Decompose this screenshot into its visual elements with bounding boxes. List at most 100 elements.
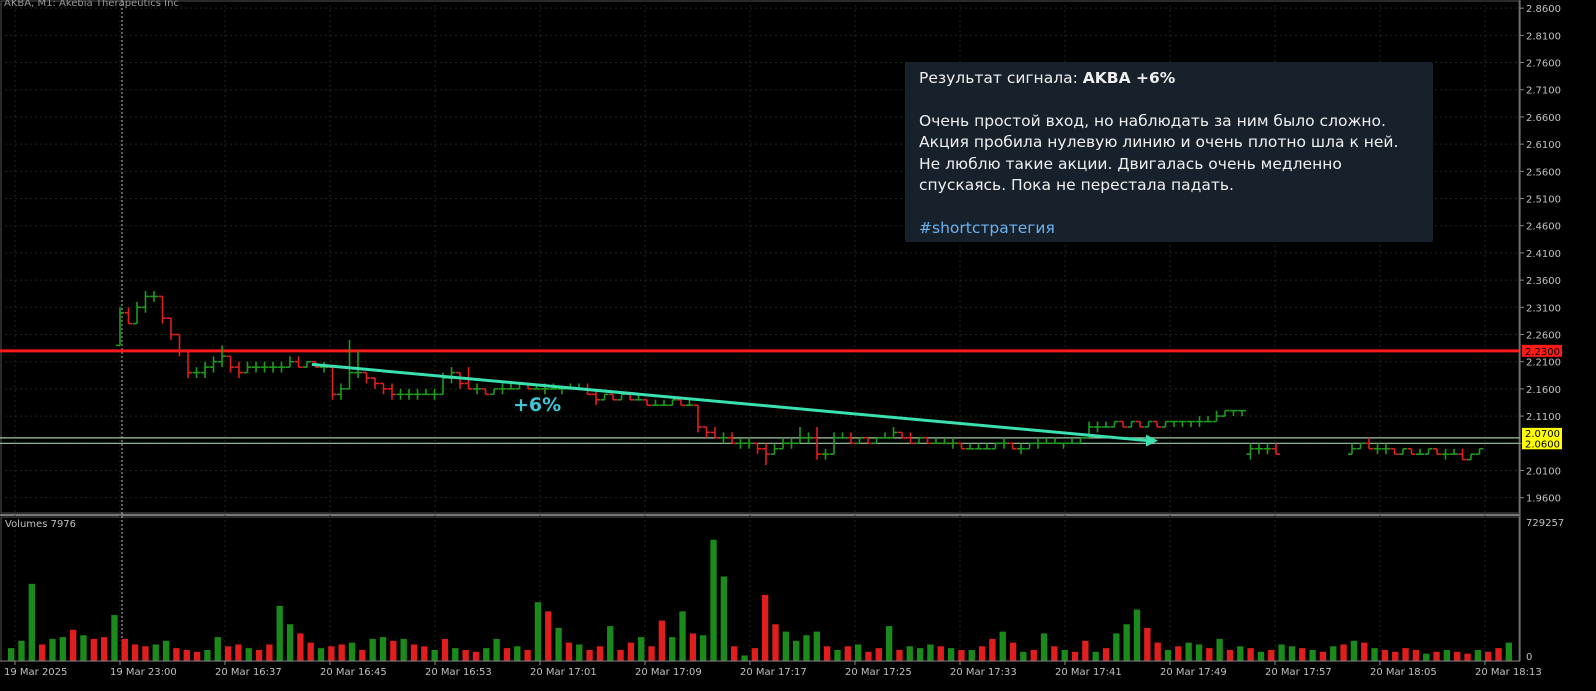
volume-bar: [1102, 648, 1110, 661]
candlestick-series: [116, 290, 1484, 466]
volume-bar: [1154, 642, 1161, 661]
time-tick-label: 19 Mar 2025: [4, 667, 67, 678]
price-tick-label: 2.4100: [1526, 249, 1561, 260]
price-tick-label: 2.8600: [1526, 4, 1561, 15]
volume-bar: [947, 648, 955, 661]
volume-bar: [214, 637, 221, 661]
time-tick-label: 20 Mar 17:17: [740, 667, 807, 678]
volume-bar: [731, 646, 738, 661]
price-tick-label: 2.3100: [1526, 303, 1561, 314]
volume-bar: [1330, 646, 1337, 661]
signal-message-card: Результат сигнала: AKBA +6% Очень просто…: [905, 62, 1433, 242]
red-level-label: 2.2300: [1525, 347, 1560, 358]
volume-bar: [472, 651, 480, 661]
volume-bar: [1195, 644, 1203, 661]
volume-bar: [421, 646, 428, 661]
volume-bar: [865, 651, 872, 661]
volume-bar: [638, 637, 645, 661]
volume-bar: [916, 648, 924, 661]
volume-bar: [1319, 651, 1327, 661]
message-body: Очень простой вход, но наблюдать за ним …: [919, 111, 1399, 195]
volume-bar: [1237, 646, 1244, 661]
volume-bar: [534, 602, 542, 661]
volume-bar: [823, 646, 831, 661]
volume-bar: [1092, 651, 1099, 661]
volume-bar: [1133, 609, 1141, 661]
volume-bar: [1051, 646, 1058, 661]
volume-bar: [1340, 644, 1347, 661]
volume-bar: [121, 638, 128, 661]
volume-bar: [1443, 649, 1451, 661]
time-tick-label: 20 Mar 17:33: [950, 667, 1017, 678]
volume-bar: [400, 638, 407, 661]
volume-bar: [958, 649, 965, 661]
price-tick-label: 2.6600: [1526, 113, 1561, 124]
symbol-title: AKBA, M1: Akebia Therapeutics Inc: [4, 0, 179, 9]
volume-bar: [565, 642, 573, 661]
volume-bar: [1206, 648, 1213, 661]
volume-bar: [978, 646, 986, 661]
volume-bar: [69, 629, 77, 661]
volume-bar: [80, 635, 87, 661]
volume-bar: [596, 646, 604, 661]
volume-bar: [1464, 653, 1471, 661]
signal-arrow-line: [311, 362, 1149, 443]
volume-bar: [493, 638, 500, 661]
message-title-prefix: Результат сигнала:: [919, 69, 1078, 87]
volume-bar: [679, 611, 686, 661]
volume-bar: [906, 646, 913, 661]
price-tick-label: 2.2100: [1526, 358, 1561, 369]
volume-bar: [607, 626, 614, 661]
volume-bar: [1175, 646, 1182, 661]
volume-bar: [524, 649, 531, 661]
price-tick-label: 2.0100: [1526, 466, 1561, 477]
volume-bar: [1495, 648, 1502, 661]
time-tick-label: 20 Mar 16:53: [425, 667, 492, 678]
time-tick-label: 20 Mar 17:09: [635, 667, 702, 678]
volume-bar: [1402, 648, 1409, 661]
volume-bar: [1361, 642, 1368, 661]
volume-bar: [1257, 651, 1265, 661]
volume-bar: [266, 644, 273, 661]
price-tick-label: 2.1100: [1526, 412, 1561, 423]
volume-bar: [1371, 648, 1378, 661]
price-tick-label: 2.1600: [1526, 385, 1561, 396]
time-tick-label: 20 Mar 18:05: [1370, 667, 1437, 678]
volume-bar: [379, 637, 387, 661]
volume-bar: [1247, 648, 1254, 661]
volume-bar: [235, 644, 242, 661]
volume-bar: [204, 649, 211, 661]
volume-bar: [59, 637, 66, 661]
volume-bar: [452, 648, 459, 661]
price-tick-label: 2.4600: [1526, 222, 1561, 233]
volume-bar: [968, 649, 975, 661]
volume-bar: [1009, 642, 1017, 661]
volume-bar: [1123, 624, 1130, 661]
volume-bar: [741, 655, 748, 661]
volume-bar: [854, 644, 862, 661]
price-tick-label: 2.2600: [1526, 331, 1561, 342]
volume-tick-label: 0: [1526, 652, 1532, 663]
volume-bar: [937, 646, 944, 661]
volume-bar: [90, 638, 97, 661]
volume-bar: [462, 649, 469, 661]
message-hashtag[interactable]: #shortстратегия: [919, 218, 1419, 240]
volume-bar: [8, 648, 15, 661]
volume-bar: [989, 638, 996, 661]
volume-bar: [1113, 633, 1120, 661]
time-tick-label: 20 Mar 18:13: [1475, 667, 1542, 678]
volume-bar: [514, 646, 521, 661]
volume-bar: [38, 644, 46, 661]
volume-bar: [317, 648, 325, 661]
volume-bar: [1412, 649, 1420, 661]
signal-arrow-head: [1146, 434, 1158, 447]
volume-bar: [1505, 642, 1512, 661]
time-tick-label: 20 Mar 17:49: [1160, 667, 1227, 678]
volume-series: [8, 539, 1512, 661]
volume-bar: [896, 649, 903, 661]
volume-bar: [348, 642, 356, 661]
volume-bar: [503, 648, 511, 661]
volume-bar: [844, 646, 851, 661]
volume-bar: [369, 638, 376, 661]
volume-bar: [545, 611, 552, 661]
